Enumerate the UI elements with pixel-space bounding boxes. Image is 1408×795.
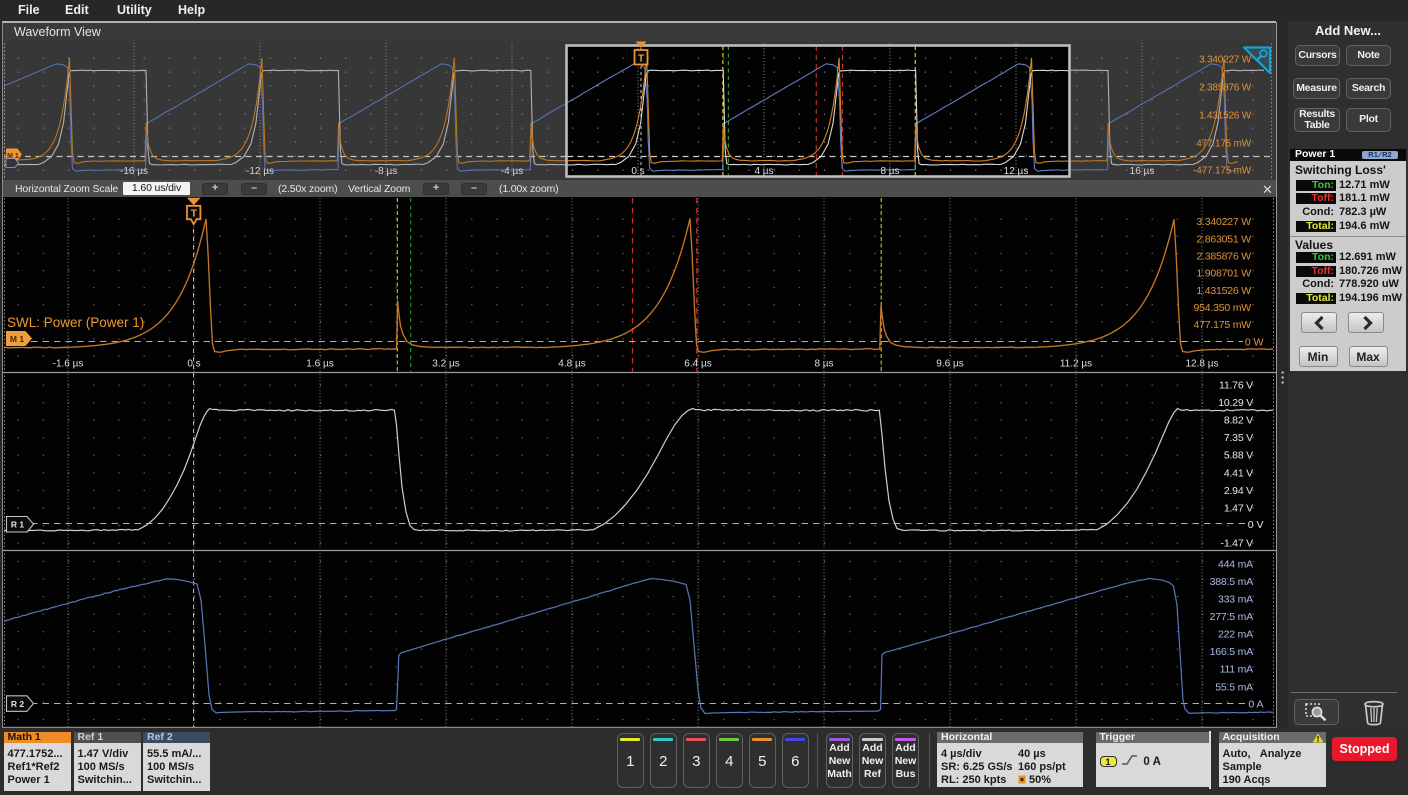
svg-text:0 V: 0 V <box>1248 519 1264 531</box>
svg-text:6.4 µs: 6.4 µs <box>684 359 711 370</box>
svg-text:1.908701 W: 1.908701 W <box>1196 268 1251 280</box>
svg-text:388.5 mA: 388.5 mA <box>1210 576 1254 588</box>
svg-text:111 mA: 111 mA <box>1220 664 1254 676</box>
svg-text:1.6 µs: 1.6 µs <box>306 359 333 370</box>
svg-text:477.175 mW: 477.175 mW <box>1196 139 1251 150</box>
svg-text:7.35 V: 7.35 V <box>1224 432 1253 444</box>
svg-text:8 µs: 8 µs <box>880 166 899 177</box>
svg-text:2.863051 W: 2.863051 W <box>1196 233 1251 245</box>
svg-text:16 µs: 16 µs <box>1130 166 1155 177</box>
svg-text:0 s: 0 s <box>631 166 644 177</box>
svg-text:4.8 µs: 4.8 µs <box>558 359 585 370</box>
svg-text:0 W: 0 W <box>1245 336 1264 348</box>
svg-text:5.88 V: 5.88 V <box>1224 450 1253 462</box>
svg-text:R 1: R 1 <box>11 520 25 530</box>
svg-text:-477.175 mW: -477.175 mW <box>1193 166 1252 177</box>
svg-text:R 2: R 2 <box>11 699 25 709</box>
svg-text:12 µs: 12 µs <box>1004 166 1029 177</box>
svg-text:0 A: 0 A <box>1248 698 1263 710</box>
svg-text:2.94 V: 2.94 V <box>1224 485 1253 497</box>
svg-text:1.47 V: 1.47 V <box>1224 502 1253 514</box>
svg-text:8.82 V: 8.82 V <box>1224 415 1253 427</box>
svg-text:333 mA: 333 mA <box>1218 594 1253 606</box>
svg-text:0 s: 0 s <box>187 359 200 370</box>
svg-text:277.5 mA: 277.5 mA <box>1210 611 1254 623</box>
svg-text:1.431526 W: 1.431526 W <box>1196 285 1251 297</box>
svg-text:-12 µs: -12 µs <box>246 166 274 177</box>
svg-text:4.41 V: 4.41 V <box>1224 467 1253 479</box>
svg-text:-8 µs: -8 µs <box>375 166 397 177</box>
svg-text:9.6 µs: 9.6 µs <box>936 359 963 370</box>
svg-text:444 mA: 444 mA <box>1218 559 1253 571</box>
svg-text:2.385876 W: 2.385876 W <box>1199 83 1252 94</box>
svg-text:2.385876 W: 2.385876 W <box>1196 251 1251 263</box>
svg-text:954.350 mW: 954.350 mW <box>1193 302 1251 314</box>
svg-text:222 mA: 222 mA <box>1218 629 1253 641</box>
svg-text:-1.6 µs: -1.6 µs <box>53 359 84 370</box>
svg-text:166.5 mA: 166.5 mA <box>1210 646 1254 658</box>
svg-text:-4 µs: -4 µs <box>501 166 523 177</box>
svg-text:-16 µs: -16 µs <box>120 166 148 177</box>
svg-text:55.5 mA: 55.5 mA <box>1215 681 1253 693</box>
svg-text:11.76 V: 11.76 V <box>1219 380 1253 392</box>
svg-text:10.29 V: 10.29 V <box>1218 397 1253 409</box>
svg-text:4 µs: 4 µs <box>754 166 773 177</box>
svg-text:-1.47 V: -1.47 V <box>1221 538 1254 550</box>
svg-text:1.431526 W: 1.431526 W <box>1199 111 1252 122</box>
svg-text:12.8 µs: 12.8 µs <box>1185 359 1218 370</box>
svg-text:3.2 µs: 3.2 µs <box>432 359 459 370</box>
svg-text:T: T <box>191 208 198 220</box>
svg-text:M 1: M 1 <box>10 334 24 344</box>
svg-text:3.340227 W: 3.340227 W <box>1196 216 1251 228</box>
svg-text:8 µs: 8 µs <box>814 359 833 370</box>
svg-text:T: T <box>638 54 644 65</box>
svg-text:11.2 µs: 11.2 µs <box>1060 359 1092 370</box>
svg-text:SWL: Power (Power 1): SWL: Power (Power 1) <box>7 315 144 330</box>
svg-text:3.340227 W: 3.340227 W <box>1199 55 1252 66</box>
svg-text:477.175 mW: 477.175 mW <box>1193 319 1251 331</box>
